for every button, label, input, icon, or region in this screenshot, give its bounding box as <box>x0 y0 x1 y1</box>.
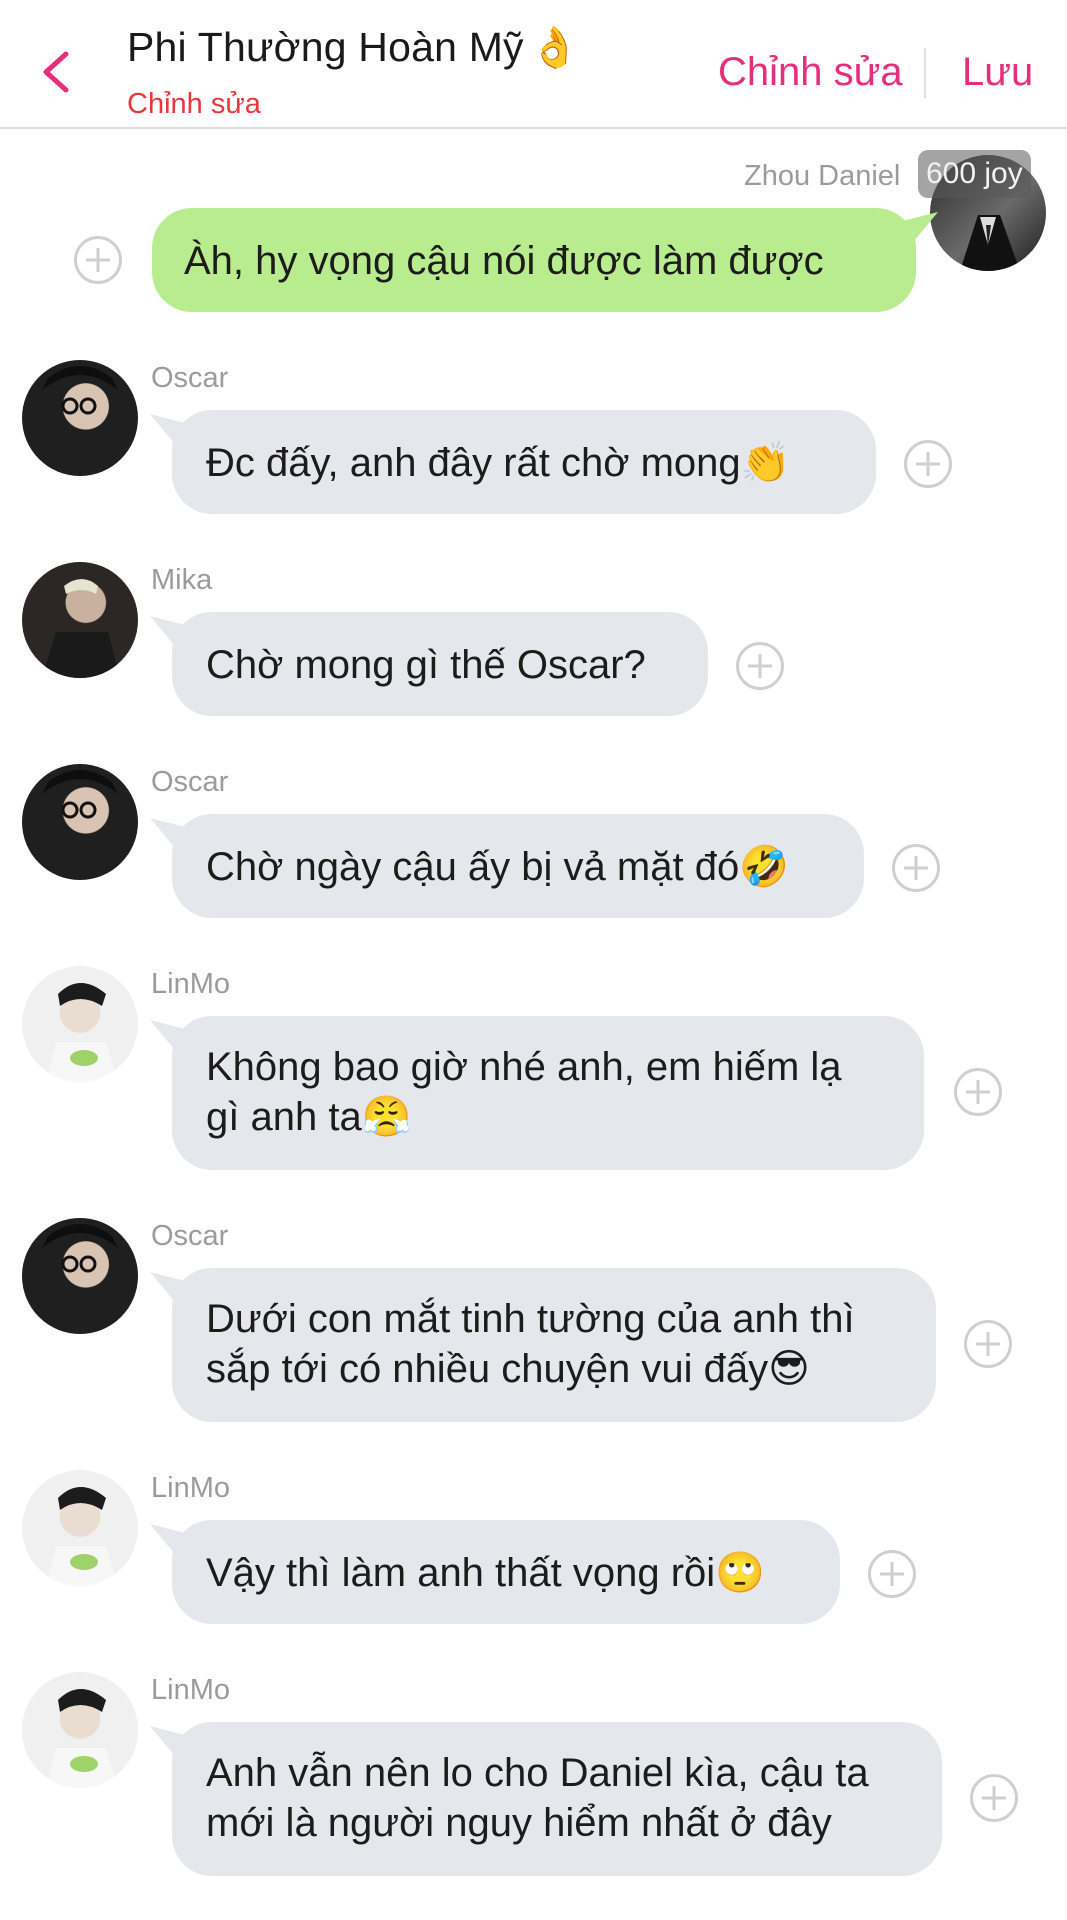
avatar-image <box>46 1487 118 1586</box>
add-reaction-button[interactable] <box>74 236 122 284</box>
sender-name: LinMo <box>151 1472 230 1504</box>
sender-name: LinMo <box>151 1674 230 1706</box>
chevron-left-icon <box>43 51 69 93</box>
avatar-image <box>42 1224 118 1273</box>
message-text-line: Không bao giờ nhé anh, em hiếm lạ <box>206 1045 842 1089</box>
clapping-hands-icon: 👏 <box>740 440 791 486</box>
message-text-line: Anh vẫn nên lo cho Daniel kìa, cậu ta <box>206 1751 869 1795</box>
save-button[interactable]: Lưu <box>962 50 1033 95</box>
joy-badge: 600 joy <box>918 150 1031 198</box>
chat-subtitle: Chỉnh sửa <box>127 88 261 120</box>
message-text-line: sắp tới có nhiều chuyện vui đấy <box>206 1347 769 1391</box>
message-bubble[interactable]: Anh vẫn nên lo cho Daniel kìa, cậu ta mớ… <box>172 1722 942 1876</box>
avatar-mika[interactable] <box>22 562 138 678</box>
add-reaction-button[interactable] <box>954 1068 1002 1116</box>
message-bubble[interactable]: Không bao giờ nhé anh, em hiếm lạ gì anh… <box>172 1016 924 1170</box>
avatar-linmo[interactable] <box>22 1672 138 1788</box>
message-text: Chờ mong gì thế Oscar? <box>206 643 646 687</box>
message-text-line: gì anh ta <box>206 1095 362 1139</box>
message-bubble[interactable]: Đc đấy, anh đây rất chờ mong👏 <box>172 410 876 514</box>
avatar-oscar[interactable] <box>22 764 138 880</box>
rolling-laughing-icon: 🤣 <box>739 844 789 890</box>
add-reaction-button[interactable] <box>904 440 952 488</box>
message-bubble[interactable]: Dưới con mắt tinh tường của anh thì sắp … <box>172 1268 936 1422</box>
chat-title-text: Phi Thường Hoàn Mỹ <box>127 24 524 70</box>
message-text-line: mới là người nguy hiểm nhất ở đây <box>206 1801 832 1845</box>
add-reaction-button[interactable] <box>892 844 940 892</box>
chat-header: Phi Thường Hoàn Mỹ 👌 Chỉnh sửa Chỉnh sửa … <box>0 0 1067 129</box>
avatar-image <box>42 770 118 819</box>
sender-name: Oscar <box>151 766 229 798</box>
face-with-steam-icon: 😤 <box>361 1094 412 1140</box>
avatar-image <box>42 579 120 678</box>
edit-button[interactable]: Chỉnh sửa <box>718 50 903 95</box>
avatar-image <box>46 1689 118 1788</box>
add-reaction-button[interactable] <box>868 1550 916 1598</box>
message-text: Vậy thì làm anh thất vọng rồi <box>206 1551 716 1595</box>
message-bubble[interactable]: Vậy thì làm anh thất vọng rồi🙄 <box>172 1520 840 1624</box>
avatar-linmo[interactable] <box>22 966 138 1082</box>
avatar-image <box>46 983 118 1082</box>
ok-hand-icon: 👌 <box>529 25 580 71</box>
message-text: Àh, hy vọng cậu nói được làm được <box>184 239 824 283</box>
add-reaction-button[interactable] <box>970 1774 1018 1822</box>
message-bubble[interactable]: Chờ mong gì thế Oscar? <box>172 612 708 716</box>
eye-roll-icon: 🙄 <box>715 1550 765 1596</box>
back-button[interactable] <box>38 50 74 94</box>
sender-name: LinMo <box>151 968 230 1000</box>
my-sender-name: Zhou Daniel <box>744 160 901 192</box>
sender-name: Oscar <box>151 1220 229 1252</box>
message-bubble-me[interactable]: Àh, hy vọng cậu nói được làm được <box>152 208 916 312</box>
avatar-image <box>42 366 118 415</box>
message-text-line: Dưới con mắt tinh tường của anh thì <box>206 1297 855 1341</box>
add-reaction-button[interactable] <box>964 1320 1012 1368</box>
chat-title: Phi Thường Hoàn Mỹ 👌 <box>127 24 580 71</box>
message-text: Đc đấy, anh đây rất chờ mong <box>206 441 741 485</box>
sender-name: Mika <box>151 564 213 596</box>
avatar-oscar[interactable] <box>22 360 138 476</box>
add-reaction-button[interactable] <box>736 642 784 690</box>
avatar-linmo[interactable] <box>22 1470 138 1586</box>
message-text: Chờ ngày cậu ấy bị vả mặt đó <box>206 845 740 889</box>
message-bubble[interactable]: Chờ ngày cậu ấy bị vả mặt đó🤣 <box>172 814 864 918</box>
header-divider <box>924 48 926 98</box>
avatar-oscar[interactable] <box>22 1218 138 1334</box>
sender-name: Oscar <box>151 362 229 394</box>
smiling-sunglasses-icon: 😎 <box>768 1346 810 1392</box>
